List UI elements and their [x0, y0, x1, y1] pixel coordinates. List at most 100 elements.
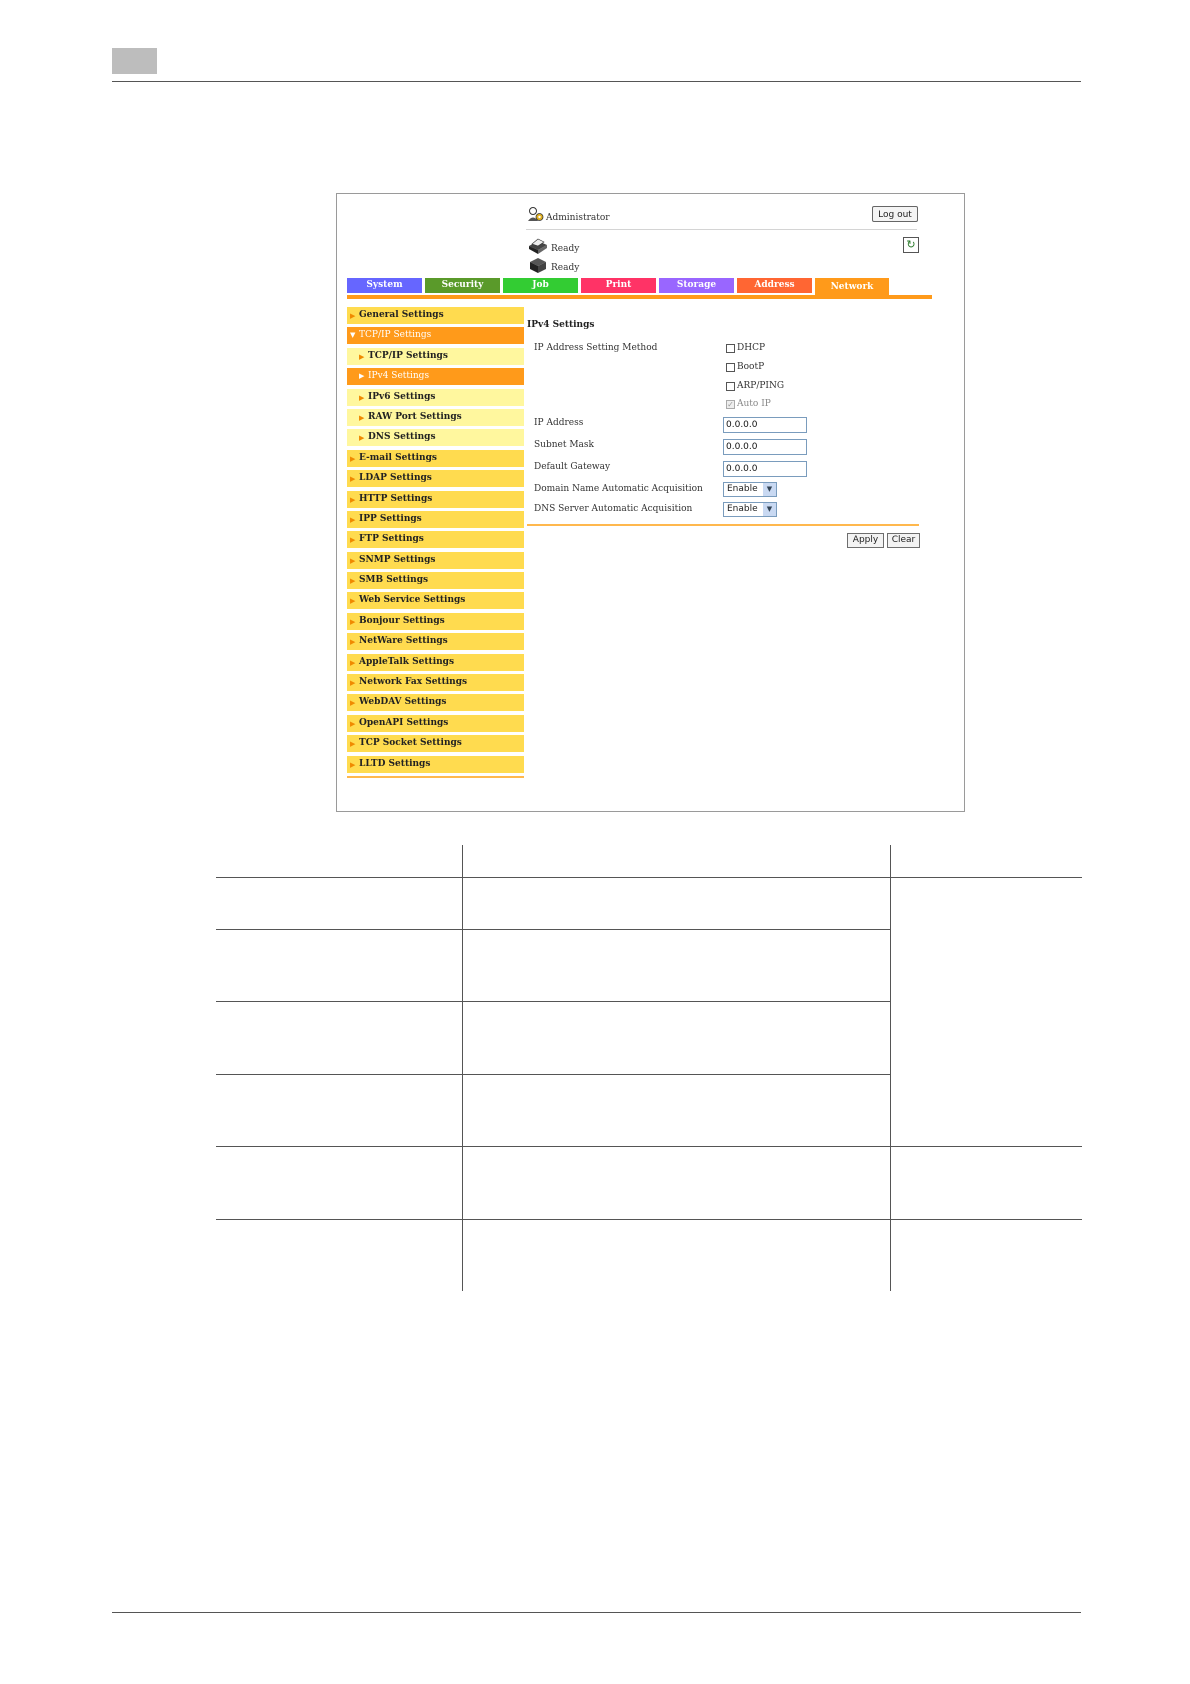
sidebar-item-lltd-settings[interactable]: ▶ LLTD Settings [347, 755, 524, 773]
scanner-icon [530, 258, 546, 273]
arrow-right-icon: ▶ [359, 412, 365, 422]
tab-system[interactable]: System [347, 278, 422, 293]
clear-button[interactable]: Clear [887, 533, 920, 548]
sidebar-item-label: General Settings [359, 310, 444, 320]
tab-address[interactable]: Address [737, 278, 812, 293]
sidebar-item-ldap-settings[interactable]: ▶ LDAP Settings [347, 470, 524, 488]
arrow-right-icon: ▶ [359, 372, 365, 381]
screenshot-frame: Administrator Log out ↻ Ready Ready Syst… [336, 193, 965, 812]
sidebar-item-label: LLTD Settings [359, 758, 431, 769]
admin-indicator: Administrator [527, 206, 610, 223]
arp-ping-checkbox[interactable]: ARP/PING [726, 381, 784, 391]
table-row-rule [216, 1074, 890, 1075]
status-scanner: Ready [527, 257, 579, 273]
arrow-right-icon: ▶ [350, 637, 356, 647]
sidebar-item-label: NetWare Settings [359, 636, 448, 647]
sidebar-item-label: Bonjour Settings [359, 615, 445, 626]
page-header-rule [112, 81, 1081, 82]
arrow-right-icon: ▶ [350, 759, 356, 769]
subnet-mask-field[interactable]: 0.0.0.0 [723, 439, 807, 455]
sidebar-item-webdav-settings[interactable]: ▶ WebDAV Settings [347, 694, 524, 712]
sidebar-item-raw-port-settings[interactable]: ▶ RAW Port Settings [347, 408, 524, 426]
arrow-right-icon: ▶ [350, 535, 356, 545]
sidebar-item-ipv4-settings[interactable]: ▶ IPv4 Settings [347, 368, 524, 386]
sidebar-item-tcpip-settings-group[interactable]: ▼ TCP/IP Settings [347, 327, 524, 345]
sidebar-item-label: LDAP Settings [359, 473, 432, 484]
sidebar-item-smb-settings[interactable]: ▶ SMB Settings [347, 572, 524, 590]
sidebar-item-label: SNMP Settings [359, 554, 436, 565]
sidebar-item-email-settings[interactable]: ▶ E-mail Settings [347, 449, 524, 467]
dns-server-acq-label: DNS Server Automatic Acquisition [534, 504, 693, 514]
sidebar-item-label: AppleTalk Settings [359, 656, 455, 667]
sidebar-bottom-rule [347, 775, 524, 778]
sidebar-item-snmp-settings[interactable]: ▶ SNMP Settings [347, 551, 524, 569]
printer-status-label: Ready [551, 244, 580, 254]
arrow-right-icon: ▶ [359, 351, 365, 361]
auto-ip-checkbox[interactable]: ✓ Auto IP [726, 399, 771, 409]
chevron-down-icon: ▼ [763, 483, 776, 496]
page-footer-rule [112, 1612, 1081, 1613]
sidebar-item-http-settings[interactable]: ▶ HTTP Settings [347, 490, 524, 508]
panel-title: IPv4 Settings [527, 320, 595, 330]
tab-underline [347, 295, 932, 299]
domain-name-acq-select[interactable]: Enable ▼ [723, 482, 777, 497]
arrow-right-icon: ▶ [350, 514, 356, 524]
sidebar-item-label: HTTP Settings [359, 493, 433, 504]
header-divider [526, 229, 917, 230]
sidebar-item-label: E-mail Settings [359, 452, 437, 463]
sidebar-item-ipp-settings[interactable]: ▶ IPP Settings [347, 510, 524, 528]
tab-job[interactable]: Job [503, 278, 578, 293]
arrow-right-icon: ▶ [350, 311, 356, 320]
table-row-rule [216, 1146, 1082, 1147]
dhcp-checkbox[interactable]: DHCP [726, 343, 765, 353]
ip-address-field[interactable]: 0.0.0.0 [723, 417, 807, 433]
sidebar-item-label: RAW Port Settings [368, 411, 462, 422]
subnet-mask-label: Subnet Mask [534, 440, 594, 450]
sidebar-item-tcp-socket-settings[interactable]: ▶ TCP Socket Settings [347, 735, 524, 753]
tab-network[interactable]: Network [815, 278, 889, 295]
auto-ip-label: Auto IP [737, 399, 771, 409]
sidebar-item-dns-settings[interactable]: ▶ DNS Settings [347, 429, 524, 447]
tab-storage[interactable]: Storage [659, 278, 734, 293]
dhcp-label: DHCP [737, 343, 766, 353]
table-row-rule [216, 1219, 1082, 1220]
sidebar-item-appletalk-settings[interactable]: ▶ AppleTalk Settings [347, 653, 524, 671]
arrow-right-icon: ▶ [350, 474, 356, 484]
domain-name-acq-label: Domain Name Automatic Acquisition [534, 484, 703, 494]
sidebar-item-openapi-settings[interactable]: ▶ OpenAPI Settings [347, 714, 524, 732]
default-gateway-field[interactable]: 0.0.0.0 [723, 461, 807, 477]
sidebar-item-ftp-settings[interactable]: ▶ FTP Settings [347, 531, 524, 549]
logout-button[interactable]: Log out [872, 206, 918, 222]
sidebar-item-bonjour-settings[interactable]: ▶ Bonjour Settings [347, 612, 524, 630]
apply-button[interactable]: Apply [847, 533, 884, 548]
sidebar: ▶ General Settings ▼ TCP/IP Settings ▶ TCP/… [347, 307, 524, 778]
sidebar-item-label: TCP/IP Settings [359, 330, 432, 341]
table-row-rule [216, 1001, 890, 1002]
sidebar-item-web-service-settings[interactable]: ▶ Web Service Settings [347, 592, 524, 610]
sidebar-item-netware-settings[interactable]: ▶ NetWare Settings [347, 633, 524, 651]
sidebar-item-label: Web Service Settings [359, 595, 466, 606]
bootp-checkbox[interactable]: BootP [726, 362, 764, 372]
sidebar-item-ipv6-settings[interactable]: ▶ IPv6 Settings [347, 388, 524, 406]
arrow-right-icon: ▶ [350, 555, 356, 565]
sidebar-item-tcpip-settings[interactable]: ▶ TCP/IP Settings [347, 347, 524, 365]
refresh-icon[interactable]: ↻ [903, 237, 919, 253]
tab-security[interactable]: Security [425, 278, 500, 293]
arrow-right-icon: ▶ [350, 718, 356, 728]
arrow-right-icon: ▶ [350, 616, 356, 626]
sidebar-item-network-fax-settings[interactable]: ▶ Network Fax Settings [347, 674, 524, 692]
checkbox-box [726, 381, 735, 391]
tab-print[interactable]: Print [581, 278, 656, 293]
table-header-rule [216, 877, 1082, 878]
checkbox-box [726, 343, 735, 353]
dns-server-acq-select[interactable]: Enable ▼ [723, 502, 777, 517]
sidebar-item-general-settings[interactable]: ▶ General Settings [347, 307, 524, 324]
arrow-right-icon: ▶ [359, 392, 365, 402]
arrow-right-icon: ▶ [350, 494, 356, 504]
ip-address-label: IP Address [534, 418, 584, 428]
ip-method-label: IP Address Setting Method [534, 343, 658, 353]
arrow-right-icon: ▶ [350, 453, 356, 463]
default-gateway-label: Default Gateway [534, 462, 611, 472]
status-printer: Ready [527, 238, 579, 254]
sidebar-item-label: WebDAV Settings [359, 697, 447, 708]
